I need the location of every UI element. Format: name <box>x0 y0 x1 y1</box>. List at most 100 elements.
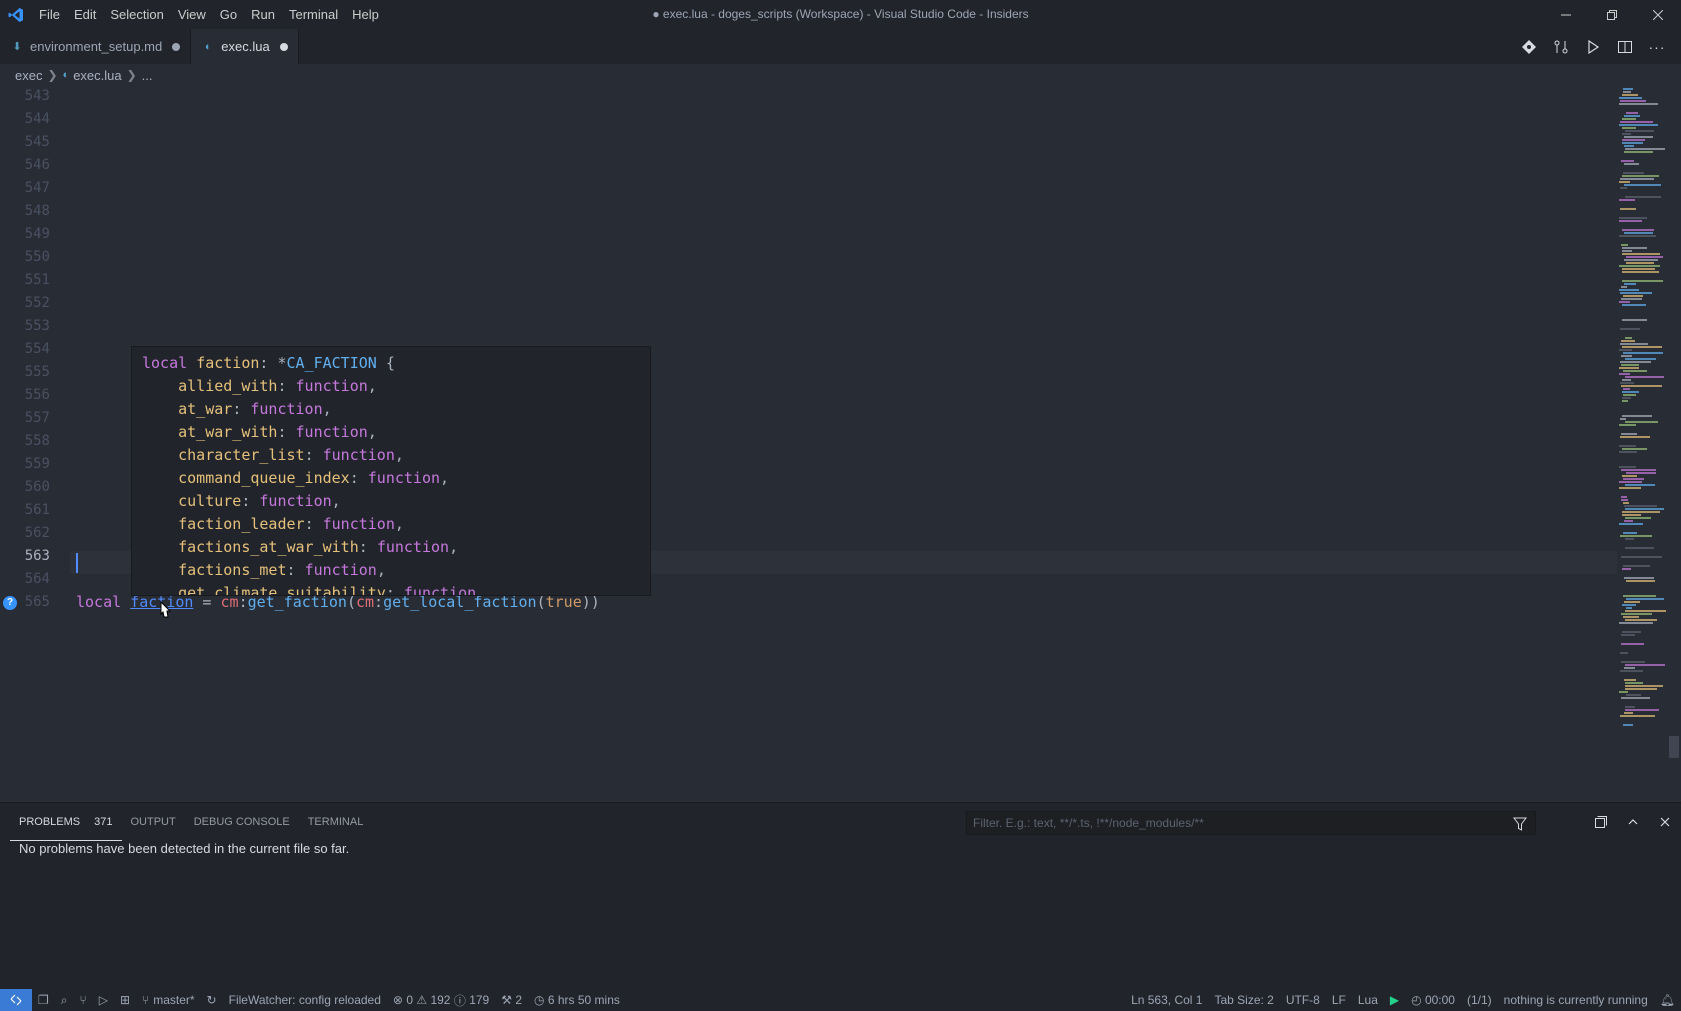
property-type: function <box>403 584 477 596</box>
git-branch[interactable]: ⑂ master* <box>136 989 201 1011</box>
item-count[interactable]: (1/1) <box>1461 989 1498 1011</box>
tab-terminal[interactable]: TERMINAL <box>299 803 373 841</box>
breadcrumb-more[interactable]: ... <box>142 68 153 83</box>
breadcrumb-folder[interactable]: exec <box>15 68 42 83</box>
problems-summary[interactable]: ⊗ 0 ⚠ 192 ⓘ 179 <box>387 989 495 1011</box>
timer[interactable]: ◴ 00:00 <box>1405 989 1461 1011</box>
end-of-line[interactable]: LF <box>1326 989 1352 1011</box>
menu-selection[interactable]: Selection <box>103 0 170 29</box>
encoding[interactable]: UTF-8 <box>1280 989 1326 1011</box>
minimap-line <box>1621 496 1627 498</box>
minimap-line <box>1619 487 1641 489</box>
menu-view[interactable]: View <box>171 0 213 29</box>
comma: , <box>394 515 404 533</box>
quick-fix-lightbulb-icon[interactable]: ? <box>3 596 17 610</box>
clock-icon: ◷ <box>534 993 545 1007</box>
restore-button[interactable] <box>1589 0 1635 29</box>
close-window-button[interactable] <box>1635 0 1681 29</box>
language-mode[interactable]: Lua <box>1352 989 1384 1011</box>
menu-go[interactable]: Go <box>213 0 244 29</box>
minimap-line <box>1623 616 1639 618</box>
time-tracker[interactable]: ◷ 6 hrs 50 mins <box>528 989 626 1011</box>
minimap-line <box>1619 523 1643 525</box>
tab-problems[interactable]: PROBLEMS 371 <box>10 803 122 841</box>
tab-size[interactable]: Tab Size: 2 <box>1208 989 1279 1011</box>
minimap-line <box>1623 394 1636 396</box>
minimap-line <box>1625 337 1632 339</box>
minimize-icon <box>1561 14 1571 15</box>
notifications-bell-icon[interactable]: 🔔︎ <box>1654 989 1681 1011</box>
scrollbar-thumb[interactable] <box>1669 736 1679 758</box>
breadcrumb-file[interactable]: exec.lua <box>73 68 121 83</box>
code-editor[interactable]: 543 544 545 546 547 548 549 550 551 552 … <box>0 86 1681 802</box>
hover-header: local faction: *CA_FACTION { <box>142 352 640 375</box>
menu-help[interactable]: Help <box>345 0 386 29</box>
unsaved-dot-icon[interactable] <box>172 42 181 51</box>
unsaved-dot-icon[interactable] <box>279 42 288 51</box>
warning-count: 192 <box>430 993 451 1007</box>
git-action-button[interactable] <box>1513 29 1545 64</box>
minimap-line <box>1625 547 1654 549</box>
error-count: 0 <box>406 993 413 1007</box>
minimap-line <box>1623 370 1647 372</box>
running-status[interactable]: nothing is currently running <box>1498 989 1654 1011</box>
copy-icon[interactable]: ❐ <box>32 989 55 1011</box>
menu-file[interactable]: File <box>32 0 67 29</box>
minimap-line <box>1620 670 1643 672</box>
minimap-line <box>1625 421 1658 423</box>
more-actions-button[interactable]: ··· <box>1641 29 1673 64</box>
colon: : <box>349 469 368 487</box>
remote-indicator[interactable] <box>0 989 32 1011</box>
problems-filter-input[interactable]: Filter. E.g.: text, **/*.ts, !**/node_mo… <box>966 811 1536 835</box>
cursor-position[interactable]: Ln 563, Col 1 <box>1125 989 1208 1011</box>
run-button[interactable] <box>1577 29 1609 64</box>
colon: : <box>304 446 323 464</box>
hover-brace: { <box>376 354 395 372</box>
minimap-line <box>1623 172 1644 174</box>
minimap[interactable] <box>1619 86 1667 802</box>
property-type: function <box>295 377 368 395</box>
filter-icon[interactable] <box>1511 815 1529 833</box>
editor-scrollbar[interactable] <box>1667 86 1681 802</box>
run-play-icon[interactable]: ▶ <box>1384 989 1405 1011</box>
search-icon[interactable]: ⌕ <box>55 989 74 1011</box>
extensions-icon[interactable]: ⊞ <box>114 989 136 1011</box>
maximize-panel-button[interactable] <box>1617 803 1649 841</box>
tools-status[interactable]: ⚒ 2 <box>495 989 528 1011</box>
title-bar: File Edit Selection View Go Run Terminal… <box>0 0 1681 29</box>
tab-output[interactable]: OUTPUT <box>122 803 185 841</box>
property-type: function <box>250 400 323 418</box>
line-number: 559 <box>24 456 50 472</box>
filewatcher-status[interactable]: FileWatcher: config reloaded <box>223 989 387 1011</box>
minimap-line <box>1624 520 1633 522</box>
status-bar: ❐ ⌕ ⑂ ▷ ⊞ ⑂ master* ↻ FileWatcher: confi… <box>0 989 1681 1011</box>
open-changes-button[interactable] <box>1545 29 1577 64</box>
minimap-line <box>1625 508 1664 510</box>
menu-terminal[interactable]: Terminal <box>282 0 345 29</box>
minimap-line <box>1619 451 1637 453</box>
minimap-line <box>1622 268 1655 270</box>
minimize-button[interactable] <box>1543 0 1589 29</box>
menu-run[interactable]: Run <box>244 0 282 29</box>
minimap-line <box>1625 376 1664 378</box>
minimap-line <box>1622 511 1660 513</box>
tab-environment-setup[interactable]: ⬇ environment_setup.md <box>0 29 192 64</box>
sync-icon[interactable]: ↻ <box>201 989 223 1011</box>
minimap-line <box>1622 304 1646 306</box>
minimap-line <box>1622 604 1636 606</box>
tab-exec-lua[interactable]: ◐ exec.lua <box>191 29 299 64</box>
line-number: 547 <box>24 180 50 196</box>
minimap-line <box>1622 400 1628 402</box>
menu-edit[interactable]: Edit <box>67 0 103 29</box>
hover-type: CA_FACTION <box>286 354 377 372</box>
collapse-all-button[interactable] <box>1585 803 1617 841</box>
hover-property: command_queue_index: function, <box>142 467 640 490</box>
tab-debug-console[interactable]: DEBUG CONSOLE <box>185 803 299 841</box>
minimap-line <box>1624 163 1639 165</box>
close-panel-button[interactable] <box>1649 803 1681 841</box>
source-control-icon[interactable]: ⑂ <box>74 989 93 1011</box>
debug-icon[interactable]: ▷ <box>93 989 114 1011</box>
minimap-line <box>1626 694 1641 696</box>
timer-value: 00:00 <box>1424 993 1455 1007</box>
split-editor-button[interactable] <box>1609 29 1641 64</box>
